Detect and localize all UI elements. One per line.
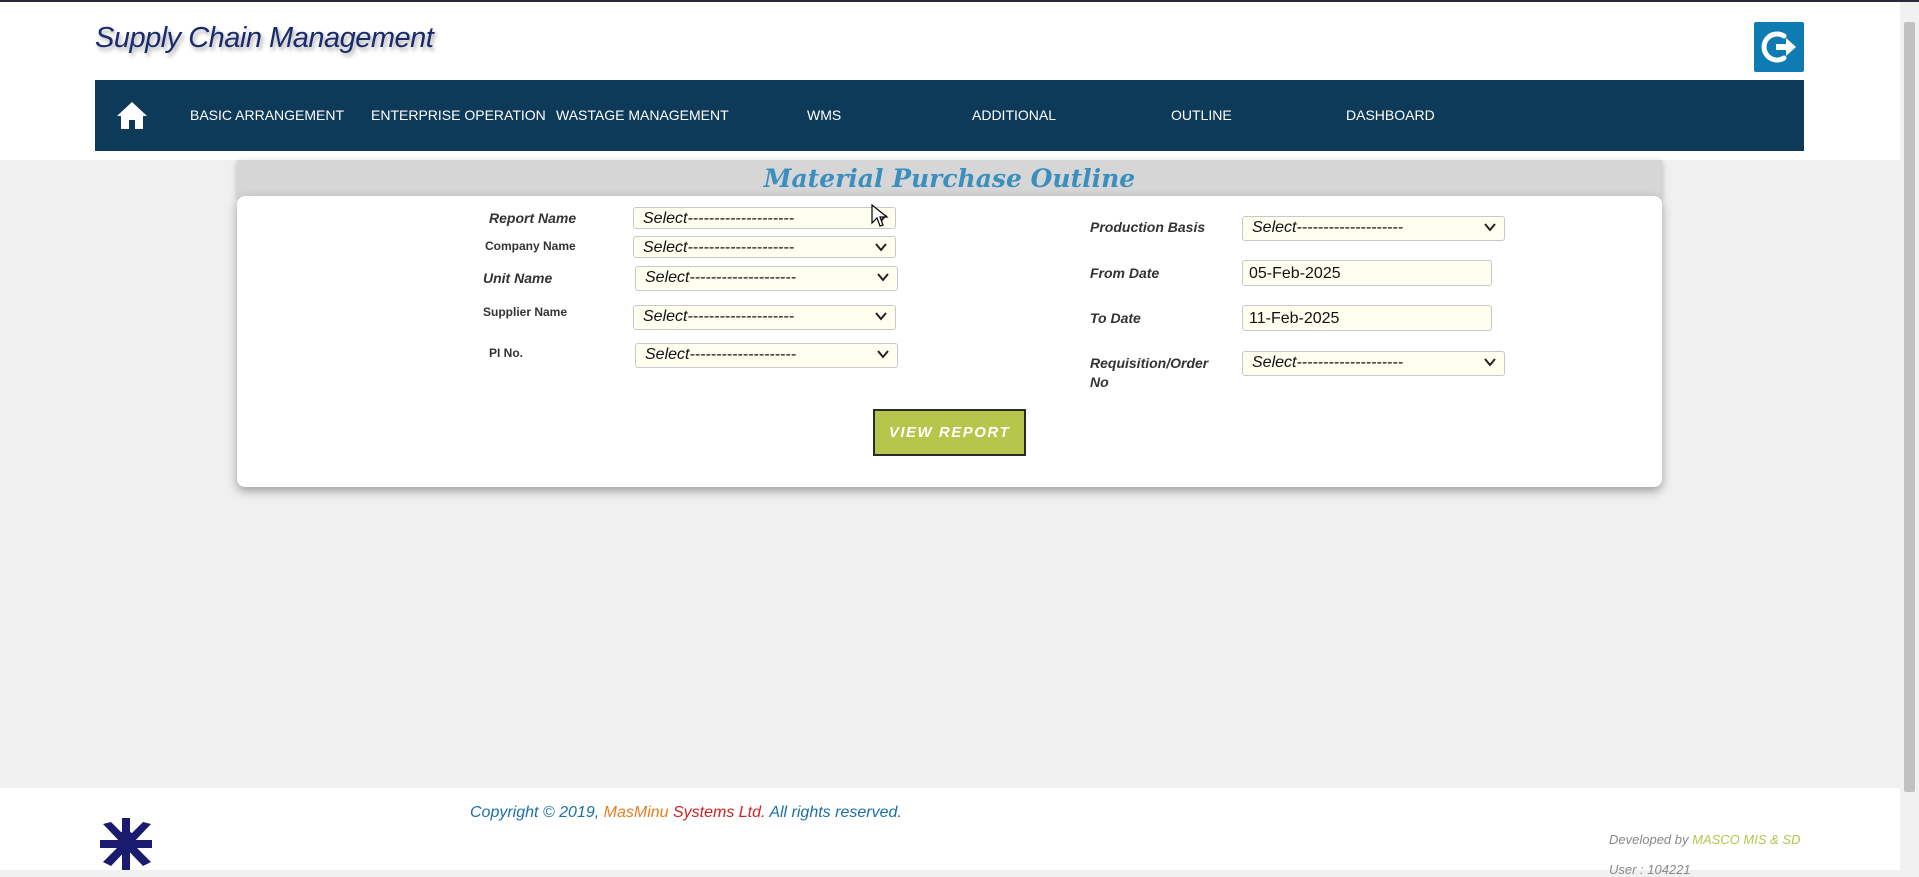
scrollbar-thumb[interactable] <box>1904 22 1915 792</box>
developer-org-link[interactable]: MASCO MIS & SD <box>1692 832 1800 847</box>
logout-button[interactable] <box>1754 22 1804 72</box>
chevron-down-icon <box>1484 223 1496 232</box>
nav-dashboard[interactable]: DASHBOARD <box>1346 80 1435 151</box>
chevron-down-icon <box>875 312 887 321</box>
requisition-order-value: Select-------------------- <box>1252 354 1404 371</box>
developed-by-label: Developed by <box>1609 832 1693 847</box>
unit-name-select[interactable]: Select-------------------- <box>635 266 898 291</box>
copyright-suffix: All rights reserved. <box>765 804 902 821</box>
snowflake-logo-icon <box>100 818 152 870</box>
from-date-input[interactable]: 05-Feb-2025 <box>1242 260 1492 286</box>
report-name-label: Report Name <box>489 210 577 226</box>
page-scrollbar[interactable] <box>1900 2 1919 870</box>
nav-additional[interactable]: ADDITIONAL <box>972 80 1056 151</box>
company-name-label: Company Name <box>485 239 576 253</box>
nav-wastage-management[interactable]: WASTAGE MANAGEMENT <box>556 80 729 151</box>
header: Supply Chain Management BASIC ARRANGEMEN… <box>0 2 1900 160</box>
copyright-prefix: Copyright © 2019, <box>470 804 604 821</box>
form-header: Material Purchase Outline <box>237 160 1662 198</box>
mouse-cursor-icon <box>871 204 889 227</box>
report-name-value: Select-------------------- <box>643 210 795 227</box>
nav-outline[interactable]: OUTLINE <box>1171 80 1232 151</box>
production-basis-label: Production Basis <box>1090 219 1206 235</box>
home-icon <box>117 102 147 129</box>
production-basis-value: Select-------------------- <box>1252 219 1404 236</box>
footer: Copyright © 2019, MasMinu Systems Ltd. A… <box>0 788 1900 877</box>
form-title: Material Purchase Outline <box>763 164 1136 193</box>
nav-basic-arrangement[interactable]: BASIC ARRANGEMENT <box>190 80 344 151</box>
unit-name-value: Select-------------------- <box>645 269 797 286</box>
copyright-text: Copyright © 2019, MasMinu Systems Ltd. A… <box>470 804 902 822</box>
logout-icon <box>1761 31 1796 63</box>
brand-systems: Systems Ltd. <box>668 804 766 821</box>
to-date-label: To Date <box>1090 310 1141 326</box>
chevron-down-icon <box>877 273 889 282</box>
from-date-label: From Date <box>1090 265 1160 281</box>
unit-name-label: Unit Name <box>483 270 553 286</box>
from-date-value: 05-Feb-2025 <box>1249 265 1341 282</box>
brand-masminu: MasMinu <box>603 804 669 821</box>
to-date-input[interactable]: 11-Feb-2025 <box>1242 305 1492 331</box>
chevron-down-icon <box>877 350 889 359</box>
report-name-select[interactable]: Select-------------------- <box>633 207 896 229</box>
developer-credit: Developed by MASCO MIS & SD <box>1609 832 1800 847</box>
main-navbar: BASIC ARRANGEMENT ENTERPRISE OPERATION W… <box>95 80 1804 151</box>
view-report-button[interactable]: VIEW REPORT <box>873 409 1026 456</box>
nav-wms[interactable]: WMS <box>807 80 841 151</box>
requisition-order-select[interactable]: Select-------------------- <box>1242 351 1505 376</box>
nav-enterprise-operation[interactable]: ENTERPRISE OPERATION <box>371 80 546 151</box>
pi-no-label: PI No. <box>489 346 524 360</box>
supplier-name-value: Select-------------------- <box>643 308 795 325</box>
production-basis-select[interactable]: Select-------------------- <box>1242 216 1505 241</box>
chevron-down-icon <box>1484 358 1496 367</box>
home-button[interactable] <box>115 99 149 131</box>
company-name-select[interactable]: Select-------------------- <box>633 236 896 258</box>
app-title: Supply Chain Management <box>95 22 434 54</box>
to-date-value: 11-Feb-2025 <box>1249 310 1340 327</box>
supplier-name-label: Supplier Name <box>483 305 568 319</box>
pi-no-value: Select-------------------- <box>645 346 797 363</box>
chevron-down-icon <box>875 243 887 252</box>
requisition-order-label: Requisition/Order No <box>1090 355 1209 390</box>
pi-no-select[interactable]: Select-------------------- <box>635 343 898 368</box>
company-name-value: Select-------------------- <box>643 239 795 256</box>
supplier-name-select[interactable]: Select-------------------- <box>633 305 896 330</box>
